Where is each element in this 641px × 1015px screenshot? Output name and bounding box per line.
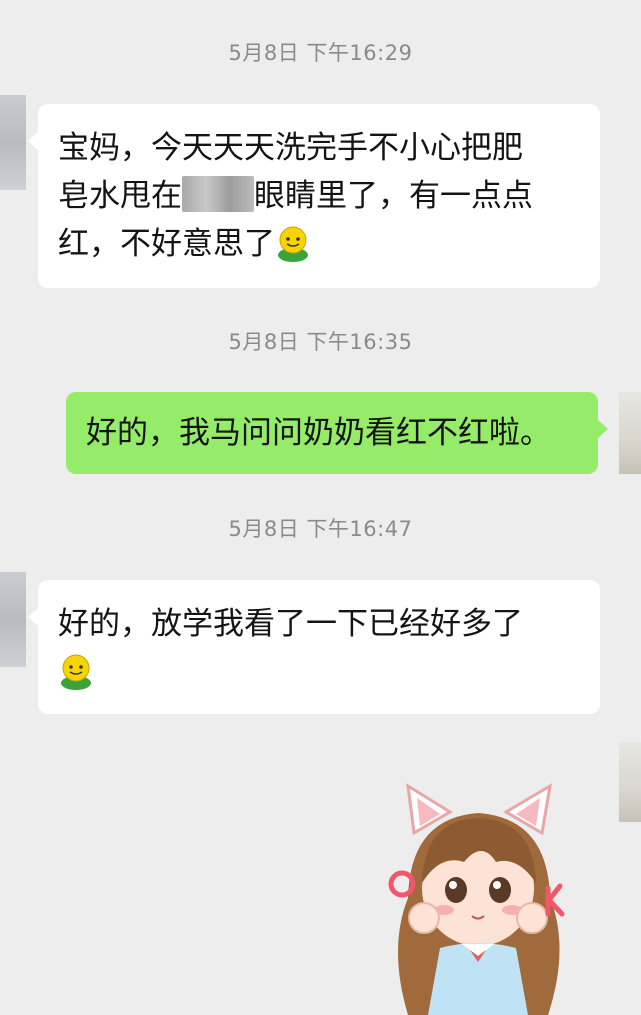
cute-girl-ok-sticker[interactable]: [378, 778, 578, 1015]
contact-avatar[interactable]: [0, 95, 26, 190]
message-text-line: 好的，我马问问奶奶看红不红啦。: [86, 415, 551, 451]
timestamp: 5月8日 下午16:29: [228, 41, 413, 65]
contact-avatar[interactable]: [0, 572, 26, 667]
message-text-line: [58, 648, 578, 696]
user-avatar[interactable]: [619, 392, 641, 474]
timestamp: 5月8日 下午16:35: [228, 330, 413, 354]
message-text-line: 宝妈，今天天天洗完手不小心把肥: [58, 130, 523, 166]
user-avatar[interactable]: [619, 742, 641, 822]
message-text-line: 皂水甩在 眼睛里了，有一点点: [58, 176, 533, 214]
message-text-line: 好的，放学我看了一下已经好多了: [58, 606, 523, 642]
smile-emoji-icon: [278, 226, 308, 262]
message-bubble-outgoing[interactable]: 好的，我马问问奶奶看红不红啦。: [66, 392, 608, 474]
message-bubble-incoming[interactable]: 宝妈，今天天天洗完手不小心把肥 皂水甩在 眼睛里了，有一点点 红，不好意思了: [28, 104, 600, 288]
message-text-line: 红，不好意思了: [58, 220, 578, 268]
smile-emoji-icon: [61, 654, 91, 690]
message-bubble-incoming[interactable]: 好的，放学我看了一下已经好多了: [28, 580, 600, 714]
censored-name-block: [182, 176, 254, 212]
timestamp: 5月8日 下午16:47: [228, 517, 413, 541]
